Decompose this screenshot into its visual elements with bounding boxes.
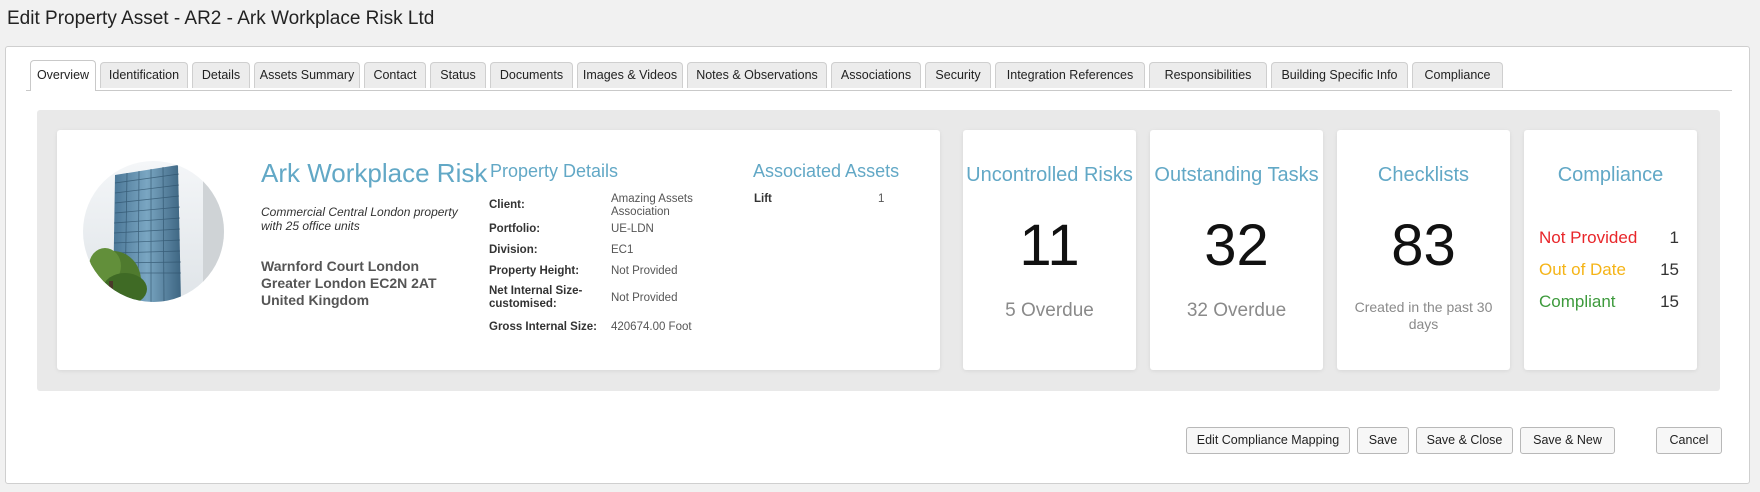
save-new-button[interactable]: Save & New (1520, 427, 1615, 454)
details-row: Portfolio: UE-LDN (489, 219, 729, 240)
details-row: Net Internal Size-customised: Not Provid… (489, 282, 729, 314)
details-value: UE-LDN (611, 223, 654, 235)
save-button[interactable]: Save (1357, 427, 1409, 454)
tab-security[interactable]: Security (925, 62, 991, 88)
details-value: Amazing Assets Association (611, 192, 693, 218)
property-details-table: Client: Amazing Assets Association Portf… (489, 192, 729, 340)
details-row: Division: EC1 (489, 240, 729, 261)
outstanding-tasks-card[interactable]: Outstanding Tasks 32 32 Overdue (1150, 130, 1323, 370)
details-value: Not Provided (611, 265, 678, 277)
tab-associations[interactable]: Associations (831, 62, 921, 88)
tab-integration-references[interactable]: Integration References (995, 62, 1145, 88)
tab-status[interactable]: Status (430, 62, 486, 88)
tab-details[interactable]: Details (192, 62, 250, 88)
outstanding-tasks-count: 32 (1204, 213, 1269, 278)
details-value: Not Provided (611, 291, 678, 304)
tab-responsibilities[interactable]: Responsibilities (1149, 62, 1267, 88)
property-description: Commercial Central London property with … (261, 205, 458, 233)
compliance-card[interactable]: Compliance Not Provided 1 Out of Date 15… (1524, 130, 1697, 370)
tab-compliance[interactable]: Compliance (1412, 62, 1503, 88)
tab-bar: Overview Identification Details Assets S… (26, 60, 1732, 91)
compliance-not-provided-label: Not Provided (1539, 228, 1638, 247)
tab-images-videos[interactable]: Images & Videos (577, 62, 683, 88)
checklists-title: Checklists (1377, 164, 1470, 186)
building-photo-icon (83, 161, 224, 302)
compliance-compliant-label: Compliant (1539, 292, 1616, 311)
details-label: Property Height: (489, 265, 580, 277)
details-label: Net Internal Size-customised: (489, 285, 583, 310)
details-row: Client: Amazing Assets Association (489, 192, 729, 219)
associated-assets-heading: Associated Assets (753, 161, 900, 181)
compliance-out-of-date-label: Out of Date (1539, 260, 1626, 279)
uncontrolled-risks-overdue: 5 Overdue (1005, 300, 1094, 321)
details-label: Client: (489, 199, 525, 211)
checklists-card[interactable]: Checklists 83 Created in the past 30 day… (1337, 130, 1510, 370)
tab-contact[interactable]: Contact (364, 62, 426, 88)
tab-assets-summary[interactable]: Assets Summary (254, 62, 360, 88)
details-value: EC1 (611, 244, 634, 256)
compliance-out-of-date-count: 15 (1660, 260, 1679, 279)
outstanding-tasks-title: Outstanding Tasks (1154, 164, 1319, 186)
checklists-count: 83 (1391, 213, 1456, 278)
details-value: 420674.00 Foot (611, 320, 692, 333)
edit-property-panel: Overview Identification Details Assets S… (5, 46, 1750, 484)
tab-building-specific-info[interactable]: Building Specific Info (1271, 62, 1408, 88)
details-row: Property Height: Not Provided (489, 261, 729, 282)
uncontrolled-risks-count: 11 (1019, 213, 1080, 278)
checklists-subtitle: Created in the past 30 days (1354, 299, 1493, 332)
details-label: Division: (489, 244, 538, 256)
details-row: Gross Internal Size: 420674.00 Foot (489, 314, 729, 340)
page-title: Edit Property Asset - AR2 - Ark Workplac… (7, 8, 435, 29)
compliance-title: Compliance (1557, 164, 1664, 186)
edit-compliance-mapping-button[interactable]: Edit Compliance Mapping (1186, 427, 1350, 454)
property-summary-card: Ark Workplace Risk Commercial Central Lo… (57, 130, 940, 370)
compliance-compliant-count: 15 (1660, 292, 1679, 311)
tab-identification[interactable]: Identification (100, 62, 188, 88)
tab-documents[interactable]: Documents (490, 62, 573, 88)
outstanding-tasks-overdue: 32 Overdue (1186, 300, 1287, 321)
overview-dashboard: Ark Workplace Risk Commercial Central Lo… (37, 110, 1720, 391)
associated-asset-label: Lift (754, 193, 772, 205)
tab-notes-observations[interactable]: Notes & Observations (687, 62, 827, 88)
property-address: Warnford Court London Greater London EC2… (261, 258, 437, 308)
compliance-not-provided-count: 1 (1669, 228, 1679, 247)
property-name: Ark Workplace Risk (261, 158, 488, 188)
uncontrolled-risks-card[interactable]: Uncontrolled Risks 11 5 Overdue (963, 130, 1136, 370)
details-label: Gross Internal Size: (489, 320, 598, 333)
save-close-button[interactable]: Save & Close (1416, 427, 1513, 454)
tab-overview[interactable]: Overview (30, 60, 96, 91)
details-label: Portfolio: (489, 223, 541, 235)
associated-asset-count: 1 (878, 193, 885, 205)
property-details-heading: Property Details (490, 161, 619, 181)
uncontrolled-risks-title: Uncontrolled Risks (966, 164, 1133, 186)
cancel-button[interactable]: Cancel (1656, 427, 1722, 454)
